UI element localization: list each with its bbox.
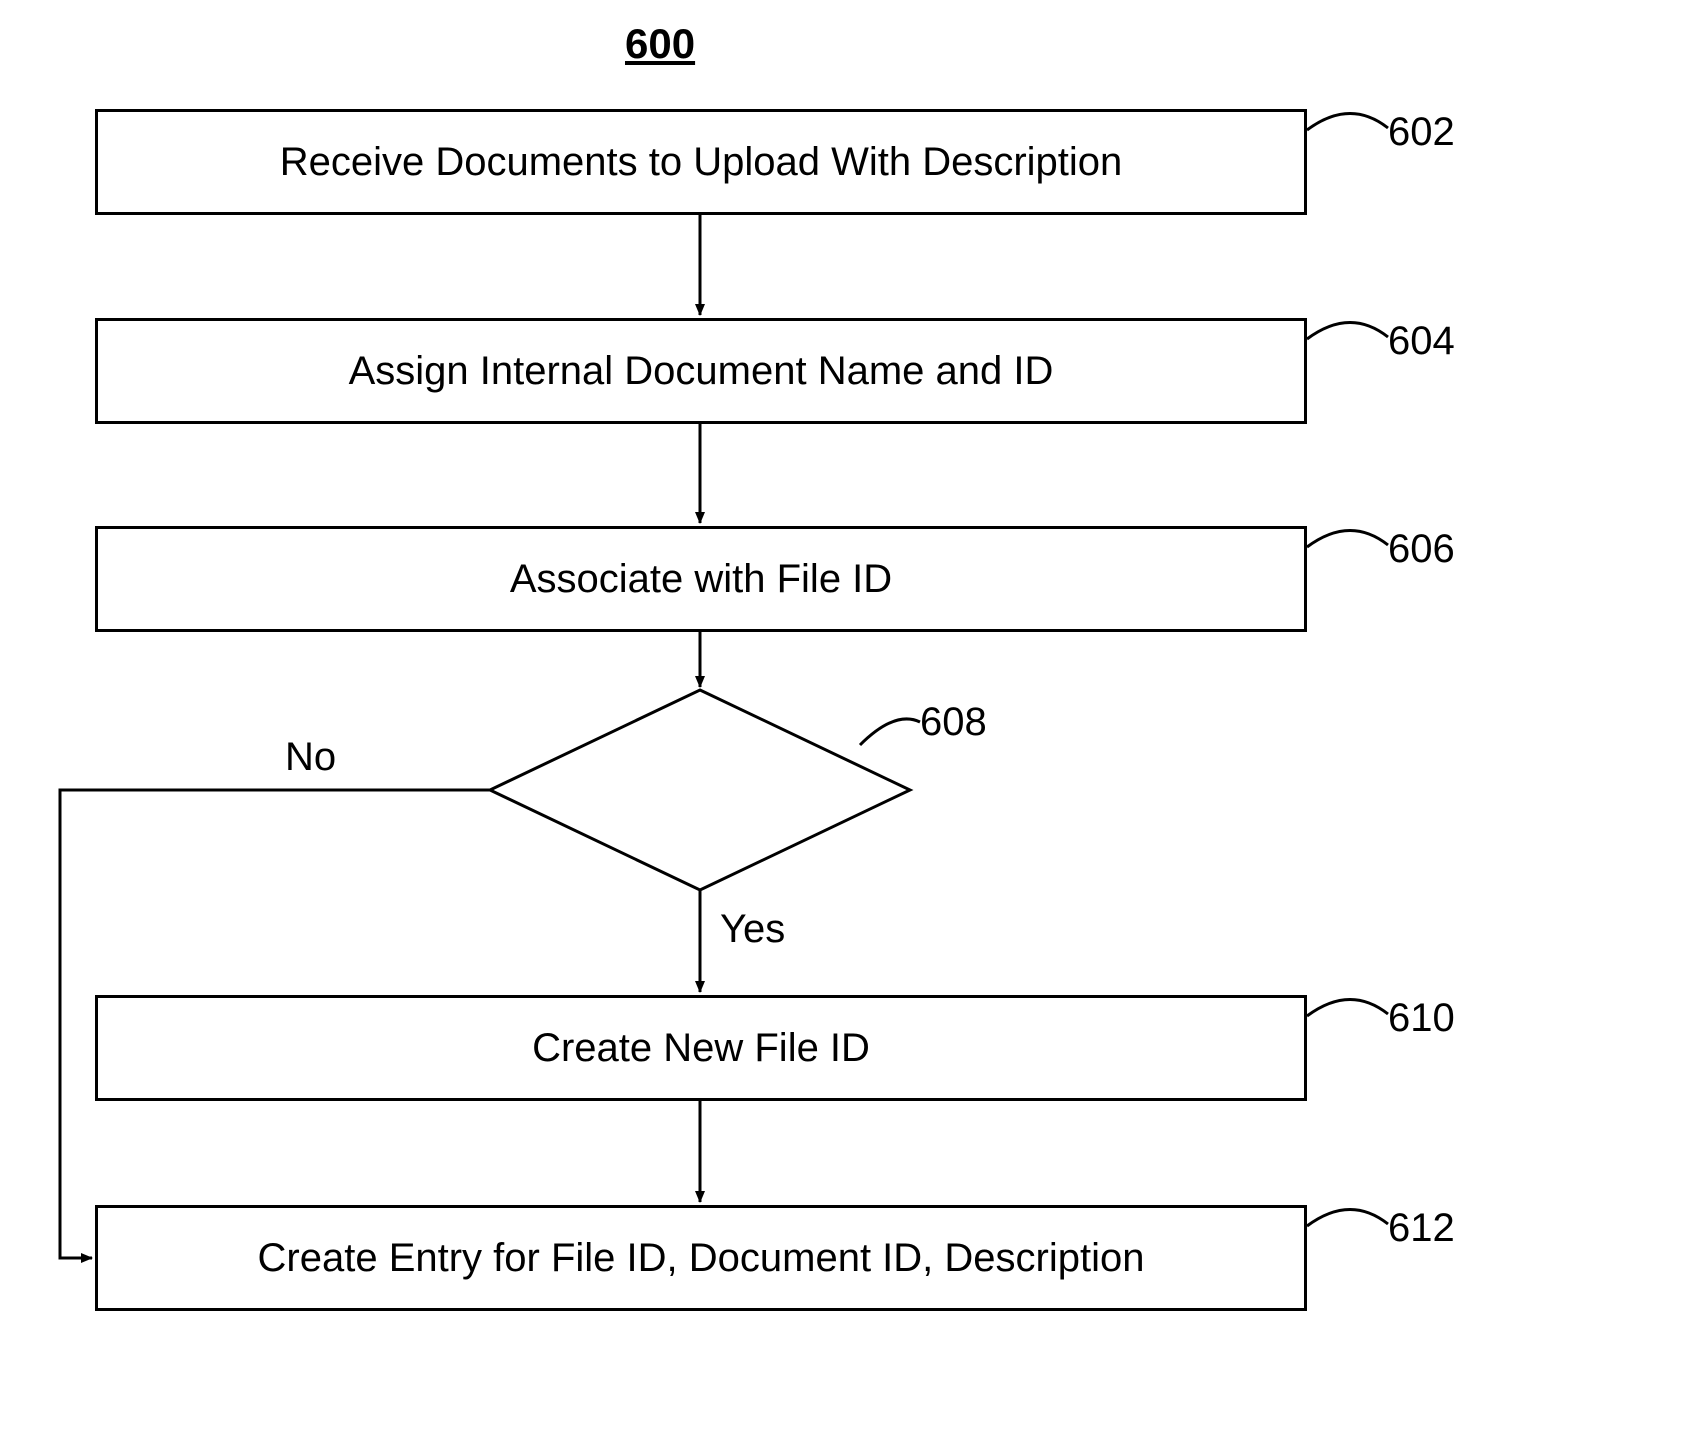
ref-612: 612 — [1388, 1206, 1455, 1251]
step-612: Create Entry for File ID, Document ID, D… — [95, 1205, 1307, 1311]
edge-label-no: No — [285, 735, 336, 780]
ref-608: 608 — [920, 700, 987, 745]
ref-610: 610 — [1388, 996, 1455, 1041]
step-604-label: Assign Internal Document Name and ID — [349, 349, 1054, 394]
flowchart-canvas: 600 Receive Documents to Upload With Des… — [0, 0, 1692, 1442]
step-602: Receive Documents to Upload With Descrip… — [95, 109, 1307, 215]
step-604: Assign Internal Document Name and ID — [95, 318, 1307, 424]
step-610-label: Create New File ID — [532, 1026, 870, 1071]
step-602-label: Receive Documents to Upload With Descrip… — [280, 140, 1123, 185]
ref-606: 606 — [1388, 527, 1455, 572]
decision-608-label: NewDestination? — [575, 745, 845, 832]
edge-label-yes: Yes — [720, 907, 785, 952]
step-606-label: Associate with File ID — [510, 557, 892, 602]
step-612-label: Create Entry for File ID, Document ID, D… — [258, 1236, 1145, 1281]
step-606: Associate with File ID — [95, 526, 1307, 632]
step-610: Create New File ID — [95, 995, 1307, 1101]
ref-604: 604 — [1388, 319, 1455, 364]
diagram-title: 600 — [625, 20, 695, 68]
ref-602: 602 — [1388, 110, 1455, 155]
